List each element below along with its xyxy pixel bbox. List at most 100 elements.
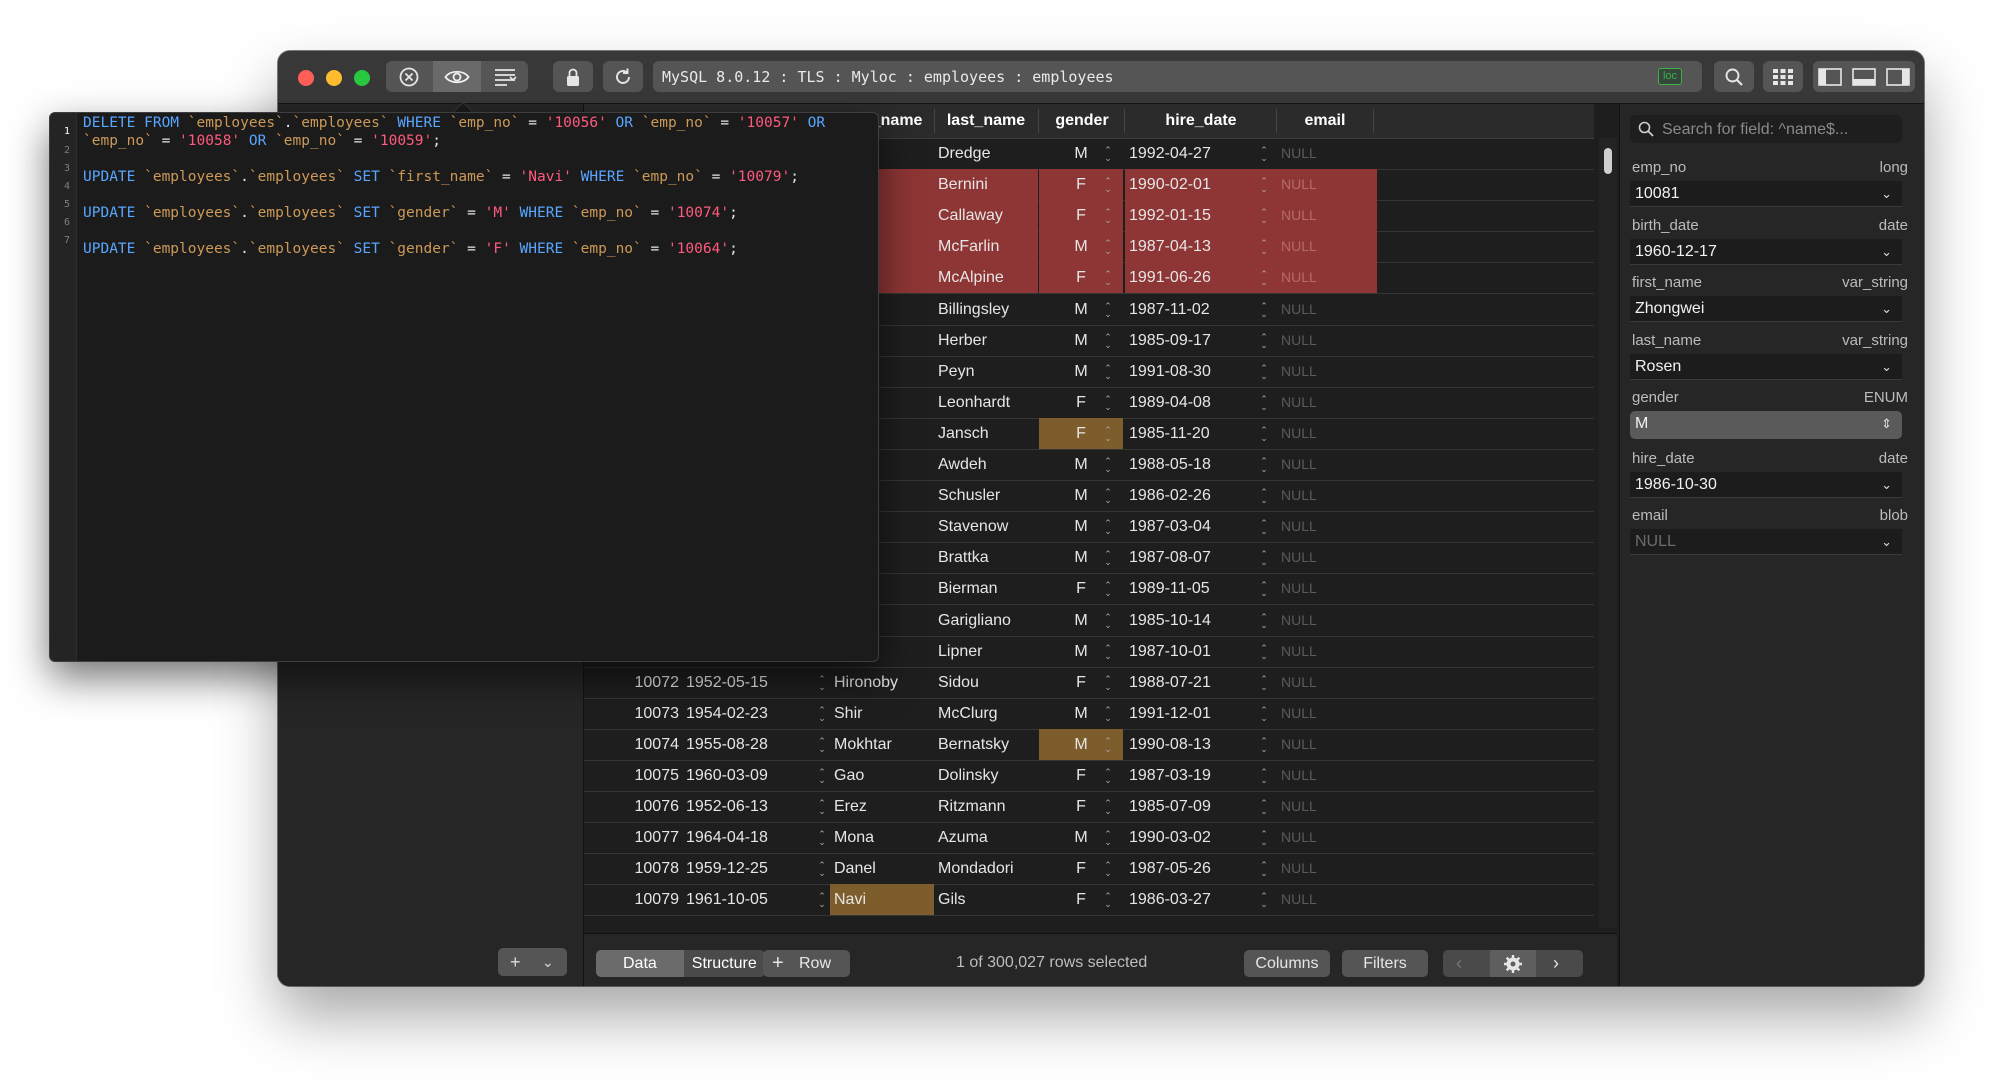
tab-data[interactable]: Data (596, 950, 684, 977)
cell-hire-date[interactable]: 1988-07-21 (1125, 667, 1279, 698)
add-row-button[interactable]: + Row (763, 950, 850, 977)
cell-first-name[interactable]: Gao (830, 760, 934, 791)
cell-email[interactable]: NULL (1277, 418, 1377, 449)
cell-emp-no[interactable]: 10078 (584, 853, 680, 884)
filters-button[interactable]: Filters (1342, 950, 1428, 977)
stepper-icon[interactable]: ⌃ ⌄ (1259, 768, 1269, 785)
cell-last-name[interactable]: Billingsley (934, 294, 1038, 325)
toggle-right-panel-button[interactable] (1881, 61, 1915, 92)
plus-icon[interactable]: + (510, 952, 521, 973)
table-row[interactable]: 10073 1954-02-23 Shir McClurg M 1991-12-01 NUL… (584, 698, 1594, 730)
cell-hire-date[interactable]: 1989-04-08 (1125, 387, 1279, 418)
stepper-icon[interactable]: ⌃ ⌄ (1103, 612, 1113, 629)
stepper-icon[interactable]: ⌃ ⌄ (1259, 799, 1269, 816)
stepper-icon[interactable]: ⌃ ⌄ (1259, 550, 1269, 567)
cell-last-name[interactable]: Stavenow (934, 511, 1038, 542)
table-row[interactable]: 10076 1952-06-13 Erez Ritzmann F 1985-07-09 NU… (584, 791, 1594, 824)
cell-last-name[interactable]: Azuma (934, 822, 1038, 853)
chevron-down-icon[interactable]: ⌄ (1881, 354, 1892, 379)
field-value-gender[interactable]: M ⇕ (1630, 411, 1902, 439)
stepper-icon[interactable]: ⌃ ⌄ (1259, 830, 1269, 847)
field-value-last-name[interactable]: Rosen ⌄ (1630, 353, 1902, 380)
apps-button[interactable] (1763, 61, 1803, 92)
stepper-icon[interactable]: ⌃ ⌄ (817, 736, 827, 753)
stepper-icon[interactable]: ⌃ ⌄ (1259, 301, 1269, 318)
cell-email[interactable]: NULL (1277, 325, 1377, 356)
toggle-bottom-panel-button[interactable] (1847, 61, 1881, 92)
stepper-icon[interactable]: ⌃ ⌄ (1259, 612, 1269, 629)
cell-last-name[interactable]: Dolinsky (934, 760, 1038, 791)
cell-first-name[interactable]: Hironoby (830, 667, 934, 698)
cell-hire-date[interactable]: 1990-08-13 (1125, 729, 1279, 760)
cell-email[interactable]: NULL (1277, 853, 1377, 884)
cell-last-name[interactable]: Ritzmann (934, 791, 1038, 822)
cell-hire-date[interactable]: 1990-02-01 (1125, 169, 1279, 201)
cell-first-name[interactable]: Mokhtar (830, 729, 934, 760)
stepper-icon[interactable]: ⌃ ⌄ (1103, 332, 1113, 349)
chevron-left-icon[interactable]: ‹ (1456, 950, 1462, 977)
stepper-icon[interactable]: ⌃ ⌄ (1259, 208, 1269, 225)
toggle-left-panel-button[interactable] (1813, 61, 1847, 92)
cell-hire-date[interactable]: 1985-11-20 (1125, 418, 1279, 449)
preview-sql-button[interactable] (433, 61, 481, 92)
close-connection-button[interactable] (386, 61, 432, 92)
cell-birth-date[interactable]: 1952-05-15 (686, 667, 826, 698)
chevron-down-icon[interactable]: ⌄ (542, 954, 554, 971)
cell-email[interactable]: NULL (1277, 605, 1377, 636)
stepper-icon[interactable]: ⌃ ⌄ (1103, 581, 1113, 598)
cell-last-name[interactable]: Brattka (934, 542, 1038, 573)
stepper-icon[interactable]: ⌃ ⌄ (1259, 643, 1269, 660)
cell-last-name[interactable]: Mondadori (934, 853, 1038, 884)
cell-birth-date[interactable]: 1959-12-25 (686, 853, 826, 884)
stepper-icon[interactable]: ⌃ ⌄ (1259, 239, 1269, 256)
stepper-icon[interactable]: ⌃ ⌄ (1259, 581, 1269, 598)
stepper-icon[interactable]: ⌃ ⌄ (817, 799, 827, 816)
stepper-icon[interactable]: ⌃ ⌄ (1103, 488, 1113, 505)
cell-birth-date[interactable]: 1952-06-13 (686, 791, 826, 822)
cell-last-name[interactable]: McClurg (934, 698, 1038, 729)
close-window-button[interactable] (298, 70, 314, 86)
cell-email[interactable]: NULL (1277, 294, 1377, 325)
cell-email[interactable]: NULL (1277, 636, 1377, 667)
stepper-icon[interactable]: ⌃ ⌄ (1103, 705, 1113, 722)
cell-hire-date[interactable]: 1987-04-13 (1125, 231, 1279, 263)
cell-email[interactable]: NULL (1277, 698, 1377, 729)
stepper-icon[interactable]: ⌃ ⌄ (1103, 768, 1113, 785)
table-row[interactable]: 10078 1959-12-25 Danel Mondadori F 1987-05-26… (584, 853, 1594, 886)
cell-last-name[interactable]: Bernatsky (934, 729, 1038, 760)
pagination-settings-button[interactable] (1490, 950, 1536, 977)
stepper-icon[interactable]: ⌃ ⌄ (1259, 736, 1269, 753)
stepper-icon[interactable]: ⌃ ⌄ (1103, 736, 1113, 753)
stepper-icon[interactable]: ⌃ ⌄ (1259, 394, 1269, 411)
cell-hire-date[interactable]: 1987-11-02 (1125, 294, 1279, 325)
stepper-icon[interactable]: ⌃ ⌄ (1259, 363, 1269, 380)
cell-hire-date[interactable]: 1986-03-27 (1125, 884, 1279, 915)
cell-hire-date[interactable]: 1987-10-01 (1125, 636, 1279, 667)
chevron-down-icon[interactable]: ⌄ (1881, 239, 1892, 264)
cell-email[interactable]: NULL (1277, 542, 1377, 573)
cell-birth-date[interactable]: 1960-03-09 (686, 760, 826, 791)
stepper-icon[interactable]: ⌃ ⌄ (1103, 861, 1113, 878)
stepper-icon[interactable]: ⌃ ⌄ (1103, 363, 1113, 380)
cell-hire-date[interactable]: 1992-01-15 (1125, 200, 1279, 232)
cell-email[interactable]: NULL (1277, 169, 1377, 201)
col-header-hire-date[interactable]: hire_date (1125, 112, 1277, 130)
stepper-icon[interactable]: ⌃ ⌄ (1103, 892, 1113, 909)
field-value-first-name[interactable]: Zhongwei ⌄ (1630, 296, 1902, 322)
stepper-icon[interactable]: ⌃ ⌄ (1259, 861, 1269, 878)
cell-hire-date[interactable]: 1991-08-30 (1125, 356, 1279, 387)
cell-last-name[interactable]: Dredge (934, 138, 1038, 169)
cell-email[interactable]: NULL (1277, 387, 1377, 418)
cell-last-name[interactable]: Leonhardt (934, 387, 1038, 418)
cell-last-name[interactable]: Gils (934, 884, 1038, 915)
cell-last-name[interactable]: Sidou (934, 667, 1038, 698)
lock-button[interactable] (553, 61, 593, 92)
cell-hire-date[interactable]: 1985-10-14 (1125, 605, 1279, 636)
cell-first-name[interactable]: Erez (830, 791, 934, 822)
search-button[interactable] (1714, 61, 1754, 92)
field-search[interactable] (1630, 115, 1902, 143)
cell-email[interactable]: NULL (1277, 884, 1377, 915)
field-value-email[interactable]: NULL ⌄ (1630, 529, 1902, 555)
cell-email[interactable]: NULL (1277, 356, 1377, 387)
tab-structure[interactable]: Structure (683, 950, 765, 977)
